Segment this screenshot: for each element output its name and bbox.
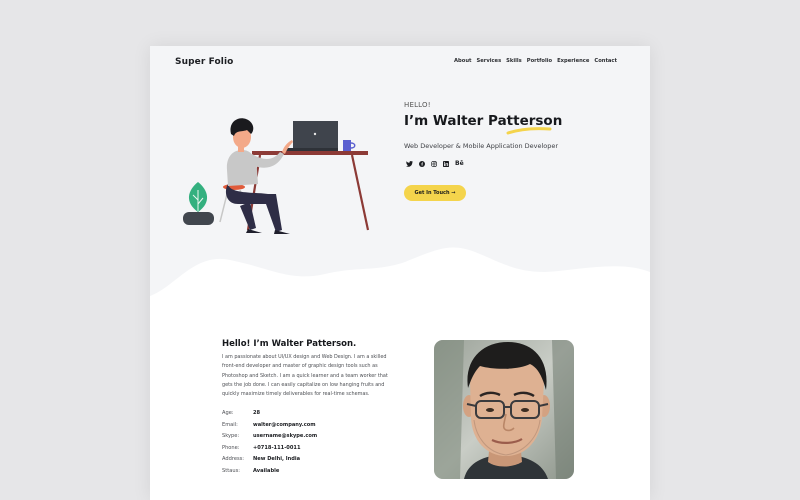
detail-label: Phone: [222, 444, 240, 451]
detail-value[interactable]: username@skype.com [253, 431, 317, 443]
detail-value[interactable]: walter@company.com [253, 420, 316, 432]
detail-label: Sttaus: [222, 467, 240, 474]
detail-value[interactable]: +0718-111-0011 [253, 443, 300, 455]
detail-label: Age: [222, 410, 234, 416]
hero-wave-divider [150, 247, 650, 312]
nav-item-services[interactable]: Services [477, 58, 502, 64]
behance-icon[interactable]: Bē [455, 160, 464, 167]
nav-item-about[interactable]: About [454, 58, 471, 64]
brand-logo[interactable]: Super Folio [175, 57, 233, 67]
twitter-icon[interactable] [406, 160, 413, 167]
linkedin-icon[interactable] [443, 160, 449, 167]
hero-greeting: HELLO! [404, 101, 431, 109]
social-links: Bē [406, 160, 464, 167]
nav-menu: About Services Skills Portfolio Experien… [454, 58, 617, 64]
facebook-icon[interactable] [419, 160, 425, 167]
get-in-touch-button[interactable]: Get In Touch → [404, 185, 466, 201]
nav-item-skills[interactable]: Skills [506, 58, 522, 64]
detail-label: Address: [222, 456, 245, 463]
detail-label: Skype: [222, 433, 240, 440]
instagram-icon[interactable] [431, 160, 437, 167]
nav-item-experience[interactable]: Experience [557, 58, 589, 64]
nav-item-portfolio[interactable]: Portfolio [527, 58, 552, 64]
about-title: Hello! I’m Walter Patterson. [222, 339, 357, 349]
name-highlight-stroke [506, 127, 552, 135]
portfolio-page: Super Folio About Services Skills Portfo… [150, 46, 650, 500]
about-bio: I am passionate about UI/UX design and W… [222, 354, 388, 398]
profile-photo [434, 340, 574, 479]
developer-illustration [183, 118, 370, 234]
detail-value: 28 [253, 410, 261, 416]
detail-label: Email: [222, 421, 238, 428]
top-navbar: Super Folio About Services Skills Portfo… [150, 46, 650, 76]
hero-role: Web Developer & Mobile Application Devel… [404, 142, 559, 150]
detail-value: Available [253, 467, 280, 474]
detail-value: New Delhi, India [253, 456, 301, 463]
nav-item-contact[interactable]: Contact [594, 58, 617, 64]
